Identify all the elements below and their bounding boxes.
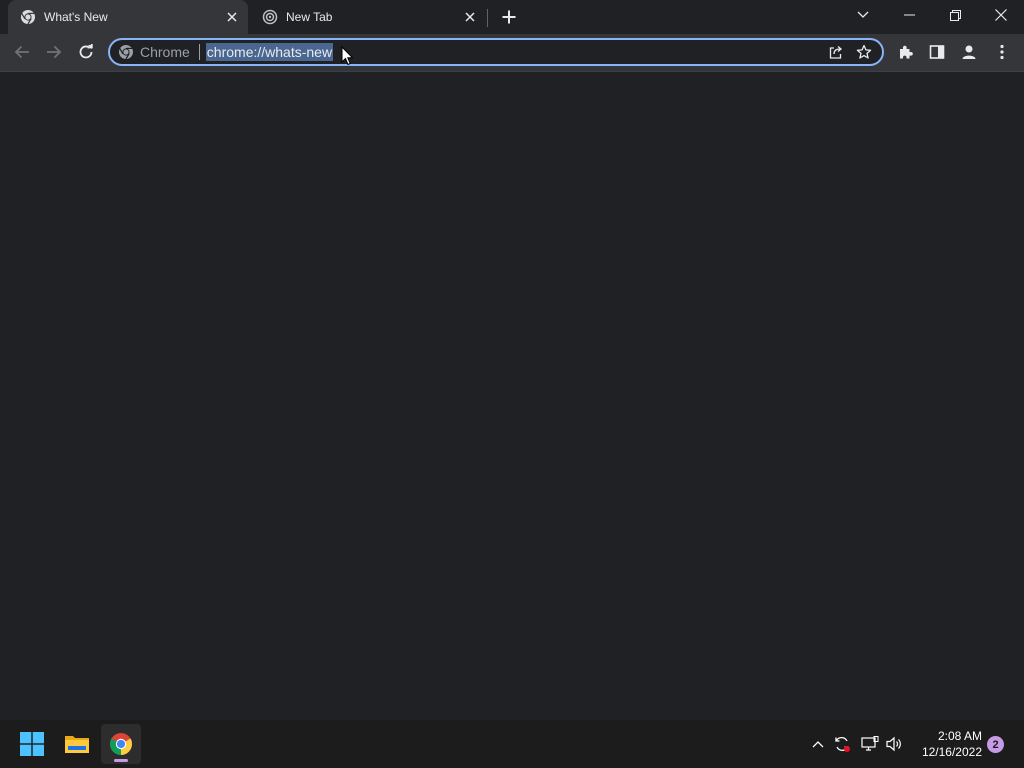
close-icon[interactable] bbox=[222, 7, 242, 27]
reload-icon bbox=[79, 44, 93, 59]
sync-status-icon[interactable] bbox=[832, 734, 852, 754]
share-icon[interactable] bbox=[822, 40, 850, 64]
windows-logo-icon bbox=[20, 732, 44, 756]
back-arrow-icon bbox=[14, 45, 29, 59]
taskbar-clock[interactable]: 2:08 AM 12/16/2022 bbox=[912, 728, 982, 760]
reload-button[interactable] bbox=[72, 38, 100, 66]
profile-button[interactable] bbox=[955, 38, 983, 66]
notification-badge[interactable]: 2 bbox=[987, 736, 1004, 753]
forward-arrow-icon bbox=[47, 45, 62, 59]
close-icon[interactable] bbox=[460, 7, 480, 27]
side-panel-button[interactable] bbox=[923, 38, 951, 66]
forward-button[interactable] bbox=[40, 38, 68, 66]
show-hidden-icons-button[interactable] bbox=[808, 734, 828, 754]
plus-icon bbox=[502, 10, 516, 24]
new-tab-button[interactable] bbox=[498, 6, 520, 28]
page-content bbox=[0, 72, 1024, 720]
tab-whats-new[interactable]: What's New bbox=[8, 0, 248, 34]
close-icon bbox=[995, 9, 1007, 21]
tab-title: New Tab bbox=[286, 10, 333, 24]
clock-date: 12/16/2022 bbox=[921, 745, 982, 759]
new-tab-icon bbox=[262, 9, 278, 25]
url-text[interactable]: chrome://whats-new bbox=[205, 43, 334, 61]
chevron-down-icon bbox=[857, 11, 869, 18]
active-app-indicator bbox=[114, 759, 128, 762]
volume-icon[interactable] bbox=[885, 734, 905, 754]
chrome-taskbar-button[interactable] bbox=[101, 724, 141, 764]
file-explorer-button[interactable] bbox=[57, 724, 97, 764]
omnibox-divider bbox=[198, 44, 200, 60]
puzzle-icon bbox=[900, 45, 913, 59]
start-button[interactable] bbox=[12, 724, 52, 764]
network-icon[interactable] bbox=[860, 734, 880, 754]
tab-title: What's New bbox=[44, 10, 108, 24]
extensions-button[interactable] bbox=[892, 38, 920, 66]
address-bar[interactable]: Chrome chrome://whats-new bbox=[108, 38, 884, 66]
site-info-chip[interactable]: Chrome bbox=[118, 42, 190, 62]
close-window-button[interactable] bbox=[978, 0, 1024, 30]
chrome-icon bbox=[20, 9, 36, 25]
site-chip-label: Chrome bbox=[140, 44, 190, 60]
tab-strip: What's New New Tab bbox=[0, 0, 1024, 34]
chevron-up-icon bbox=[812, 741, 824, 748]
profile-avatar-icon bbox=[962, 45, 976, 59]
tab-divider bbox=[487, 9, 488, 27]
chrome-logo-icon bbox=[110, 733, 132, 755]
tab-search-button[interactable] bbox=[840, 0, 886, 30]
clock-time: 2:08 AM bbox=[937, 729, 982, 743]
side-panel-icon bbox=[929, 45, 945, 59]
minimize-button[interactable] bbox=[886, 0, 932, 30]
chrome-icon bbox=[119, 45, 133, 60]
more-vertical-icon bbox=[1000, 44, 1004, 60]
back-button[interactable] bbox=[8, 38, 36, 66]
minimize-icon bbox=[903, 14, 915, 16]
tab-new-tab[interactable]: New Tab bbox=[250, 0, 486, 34]
folder-icon bbox=[65, 736, 89, 753]
menu-button[interactable] bbox=[988, 38, 1016, 66]
restore-button[interactable] bbox=[932, 0, 978, 30]
taskbar bbox=[0, 720, 1024, 768]
bookmark-star-icon[interactable] bbox=[850, 40, 878, 64]
browser-toolbar: Chrome chrome://whats-new bbox=[0, 34, 1024, 72]
mouse-cursor-icon bbox=[341, 46, 353, 66]
restore-icon bbox=[949, 9, 961, 21]
